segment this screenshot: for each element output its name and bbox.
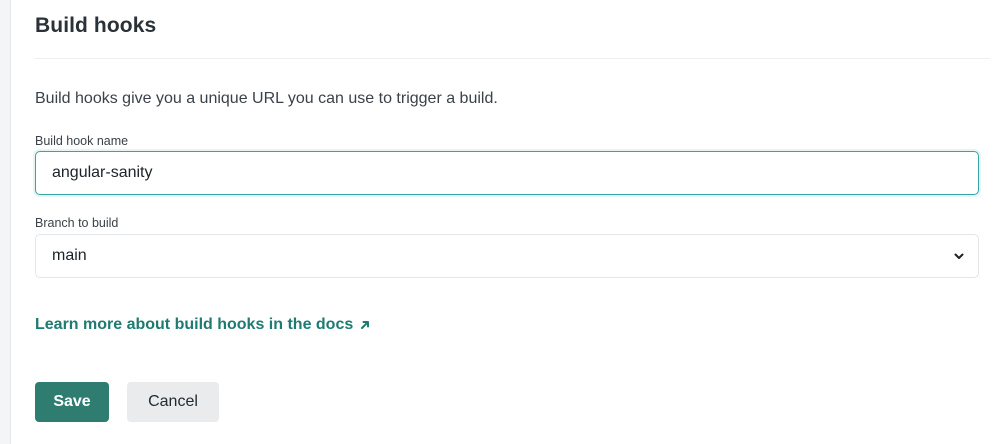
- branch-selected-value: main: [52, 247, 87, 264]
- branch-select[interactable]: main: [35, 234, 979, 278]
- external-arrow-icon: [359, 319, 371, 331]
- docs-link[interactable]: Learn more about build hooks in the docs: [35, 316, 371, 334]
- save-button[interactable]: Save: [35, 382, 109, 422]
- section-divider: [35, 58, 990, 59]
- build-hooks-card: Build hooks Build hooks give you a uniqu…: [10, 0, 1000, 444]
- build-hook-name-input[interactable]: [35, 151, 979, 195]
- section-title: Build hooks: [35, 14, 157, 37]
- branch-label: Branch to build: [35, 216, 119, 230]
- docs-link-text: Learn more about build hooks in the docs: [35, 316, 354, 333]
- section-description: Build hooks give you a unique URL you ca…: [35, 90, 498, 107]
- chevron-down-icon: [952, 249, 966, 263]
- cancel-button[interactable]: Cancel: [127, 382, 219, 422]
- build-hook-name-label: Build hook name: [35, 134, 129, 148]
